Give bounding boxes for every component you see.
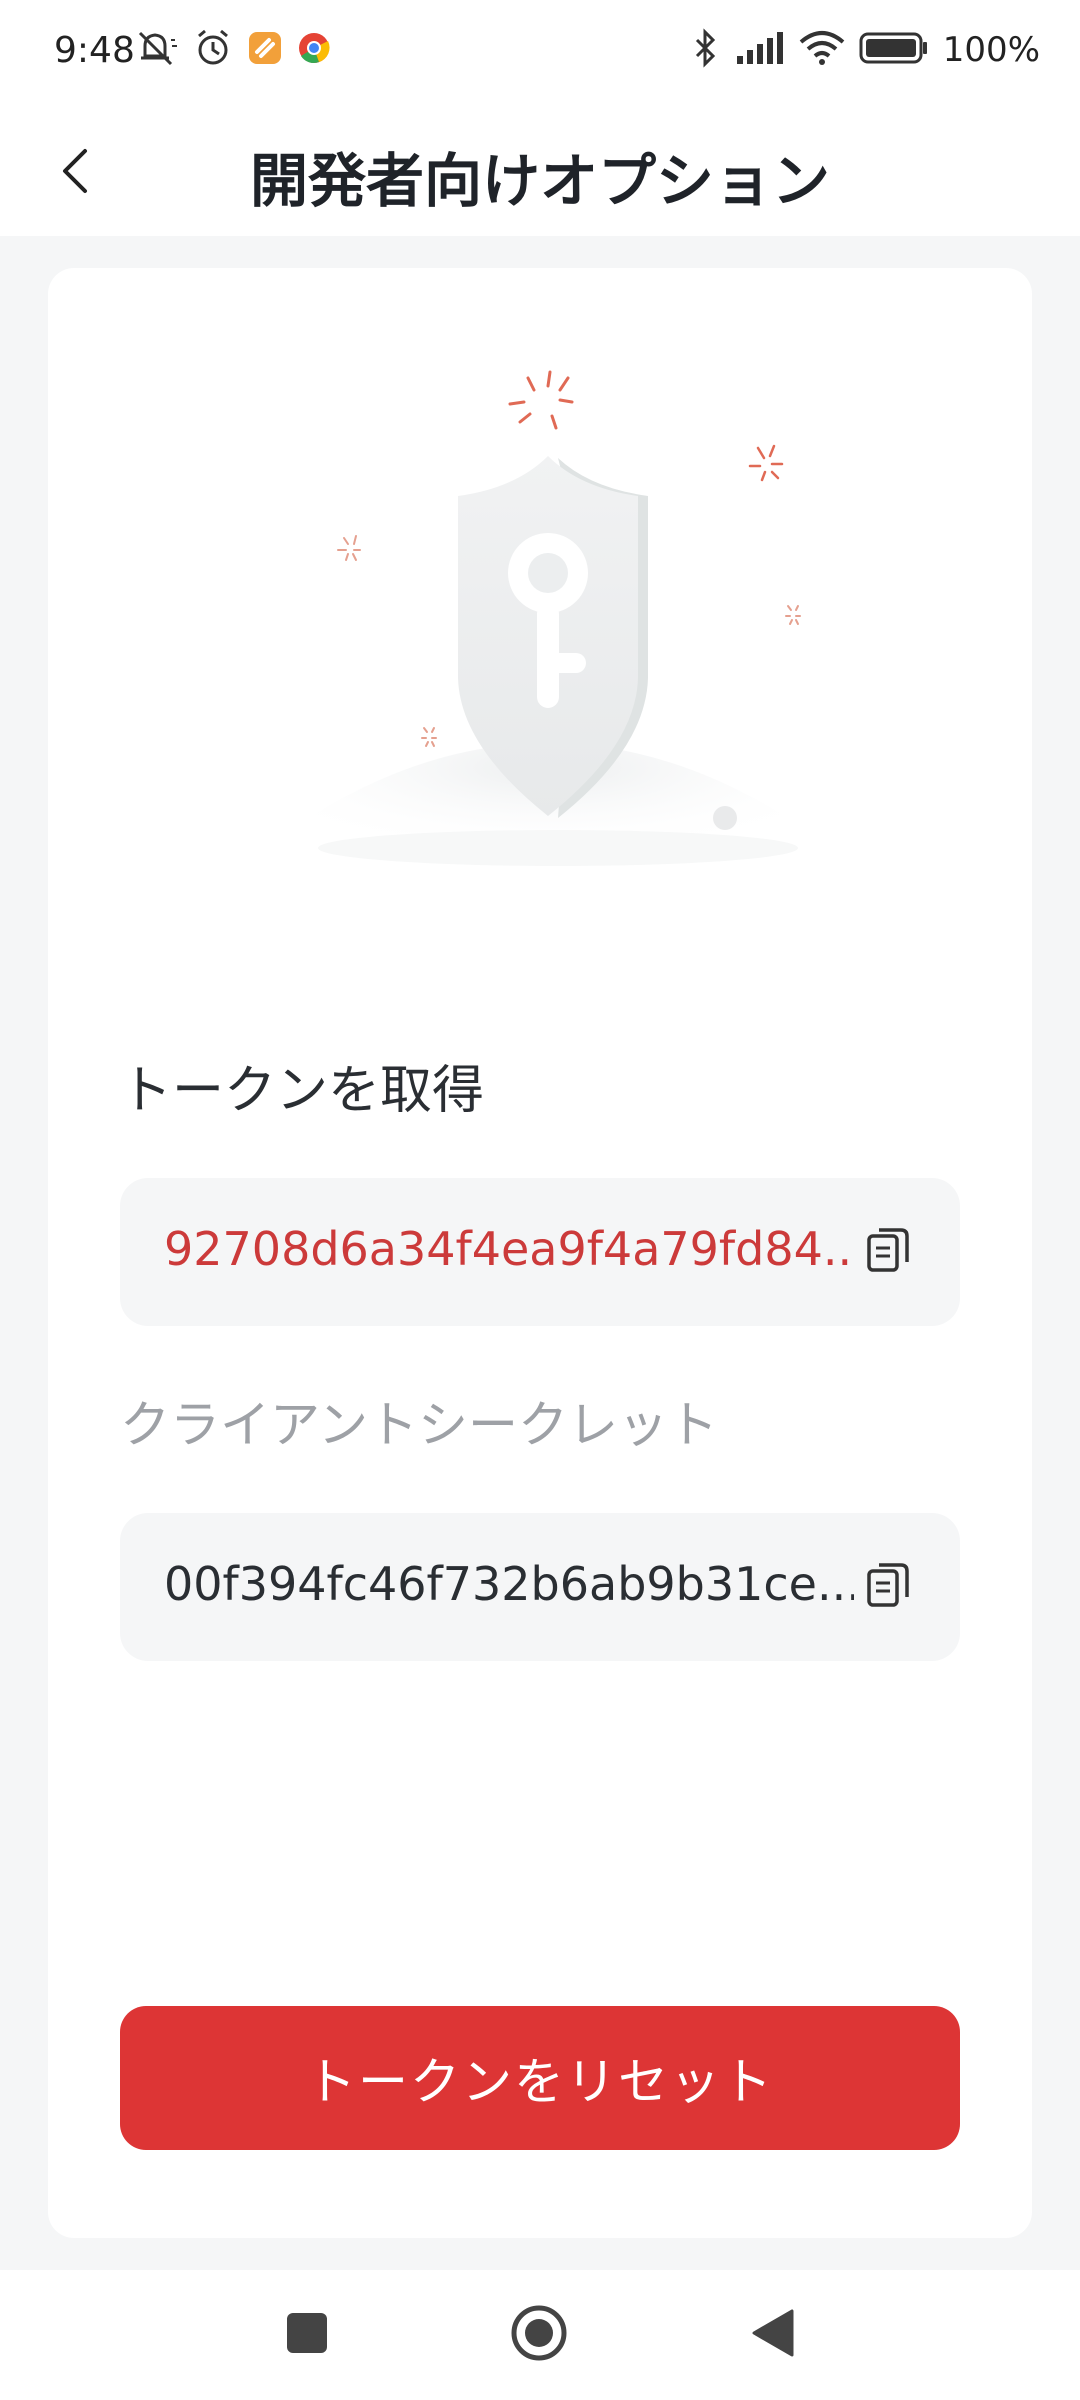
copy-icon (865, 1226, 911, 1278)
status-left-icons (135, 28, 331, 72)
token-field: 92708d6a34f4ea9f4a79fd84... (120, 1178, 960, 1326)
recents-square-icon (285, 2311, 329, 2359)
page-title: 開発者向けオプション (249, 147, 830, 215)
wifi-icon (799, 30, 845, 70)
copy-token-button[interactable] (858, 1222, 918, 1282)
client-secret-value: 00f394fc46f732b6ab9b31ce... (164, 1557, 854, 1611)
reset-token-button[interactable]: トークンをリセット (120, 2006, 960, 2150)
app-notification-icon (247, 30, 283, 70)
mute-icon (135, 28, 179, 72)
client-secret-field: 00f394fc46f732b6ab9b31ce... (120, 1513, 960, 1661)
status-bar: 9:48 100% (0, 0, 1080, 110)
token-value: 92708d6a34f4ea9f4a79fd84... (164, 1222, 854, 1276)
shield-key-illustration (248, 348, 848, 868)
signal-icon (735, 30, 785, 70)
system-back-button[interactable] (738, 2300, 808, 2370)
app-header: 開発者向けオプション (0, 110, 1080, 236)
status-time: 9:48 (54, 30, 135, 71)
recents-button[interactable] (272, 2300, 342, 2370)
status-right-icons: 100% (691, 28, 1040, 72)
token-label: トークンを取得 (120, 1061, 485, 1121)
home-circle-icon (509, 2303, 569, 2367)
system-navigation-bar (0, 2270, 1080, 2400)
battery-percentage: 100% (942, 30, 1040, 70)
chrome-icon (297, 31, 331, 69)
home-button[interactable] (504, 2300, 574, 2370)
copy-secret-button[interactable] (858, 1557, 918, 1617)
copy-icon (865, 1561, 911, 1613)
developer-options-card: トークンを取得 92708d6a34f4ea9f4a79fd84... クライア… (48, 268, 1032, 2238)
battery-icon (859, 31, 929, 69)
client-secret-label: クライアントシークレット (120, 1396, 718, 1454)
back-triangle-icon (750, 2307, 796, 2363)
alarm-icon (193, 28, 233, 72)
bluetooth-icon (691, 28, 721, 72)
